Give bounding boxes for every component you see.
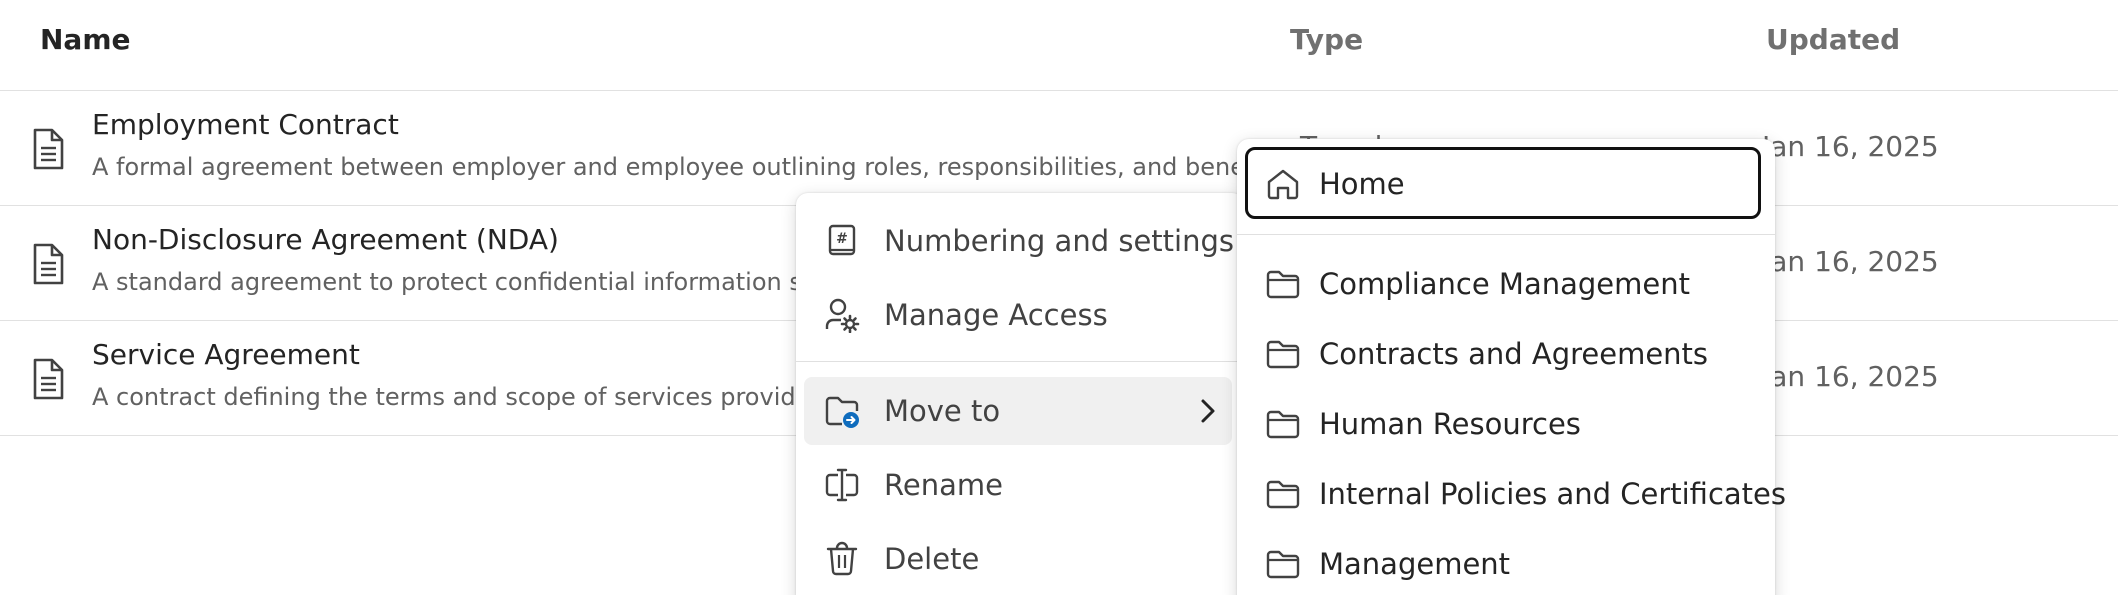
menu-item-manage-access[interactable]: Manage Access xyxy=(804,281,1232,349)
menu-item-label: Delete xyxy=(884,542,980,576)
column-header-updated[interactable]: Updated xyxy=(1766,22,1900,58)
menu-item-numbering-and-settings[interactable]: # Numbering and settings xyxy=(804,207,1234,275)
context-menu: # Numbering and settings Manage Access M… xyxy=(796,193,1244,595)
menu-item-label: Rename xyxy=(884,468,1003,502)
menu-item-label: Numbering and settings xyxy=(884,224,1234,258)
home-icon xyxy=(1267,169,1299,200)
document-icon xyxy=(33,128,64,170)
submenu-item-label: Internal Policies and Certificates xyxy=(1319,477,1786,511)
submenu-item-label: Human Resources xyxy=(1319,407,1581,441)
folder-icon xyxy=(1266,270,1300,299)
submenu-item-folder[interactable]: Human Resources xyxy=(1245,392,1767,456)
submenu-item-folder[interactable]: Management xyxy=(1245,532,1767,595)
document-icon xyxy=(33,243,64,285)
document-description: A formal agreement between employer and … xyxy=(92,153,1290,181)
menu-item-move-to[interactable]: Move to xyxy=(804,377,1232,445)
submenu-divider xyxy=(1237,234,1775,235)
documents-page: Name Type Updated Employment Contract A … xyxy=(0,0,2118,595)
folder-icon xyxy=(1266,480,1300,509)
folder-icon xyxy=(1266,550,1300,579)
submenu-item-folder[interactable]: Contracts and Agreements xyxy=(1245,322,1767,386)
document-icon xyxy=(33,358,64,400)
table-row[interactable]: Employment Contract A formal agreement b… xyxy=(0,91,2118,206)
document-title[interactable]: Non-Disclosure Agreement (NDA) xyxy=(92,222,559,258)
submenu-item-label: Compliance Management xyxy=(1319,267,1690,301)
menu-divider xyxy=(796,361,1244,362)
document-title[interactable]: Service Agreement xyxy=(92,337,360,373)
rename-icon xyxy=(825,468,859,502)
document-title[interactable]: Employment Contract xyxy=(92,107,399,143)
submenu-item-home[interactable]: Home xyxy=(1245,147,1761,219)
chevron-right-icon xyxy=(1201,399,1215,423)
submenu-item-label: Management xyxy=(1319,547,1511,581)
submenu-item-label: Contracts and Agreements xyxy=(1319,337,1709,371)
submenu-item-folder[interactable]: Compliance Management xyxy=(1245,252,1767,316)
folder-icon xyxy=(1266,410,1300,439)
table-header: Name Type Updated xyxy=(0,0,2118,91)
column-header-name[interactable]: Name xyxy=(40,22,131,58)
trash-icon xyxy=(826,541,858,576)
folder-move-icon xyxy=(825,396,859,428)
numbering-icon: # xyxy=(828,224,856,256)
document-description: A contract defining the terms and scope … xyxy=(92,383,826,411)
menu-item-rename[interactable]: Rename xyxy=(804,451,1232,519)
document-updated: Jan 16, 2025 xyxy=(1762,130,1939,163)
submenu-item-folder[interactable]: Internal Policies and Certificates xyxy=(1245,462,1786,526)
menu-item-label: Move to xyxy=(884,394,1001,428)
document-description: A standard agreement to protect confiden… xyxy=(92,268,832,296)
document-updated: Jan 16, 2025 xyxy=(1762,245,1939,278)
document-updated: Jan 16, 2025 xyxy=(1762,360,1939,393)
column-header-type[interactable]: Type xyxy=(1290,22,1363,58)
person-gear-icon xyxy=(825,298,860,333)
folder-icon xyxy=(1266,340,1300,369)
svg-text:#: # xyxy=(836,231,848,247)
menu-item-label: Manage Access xyxy=(884,298,1108,332)
menu-item-delete[interactable]: Delete xyxy=(804,525,1232,593)
move-to-submenu: Home Compliance Management Contracts and… xyxy=(1237,139,1786,595)
submenu-item-label: Home xyxy=(1319,167,1405,201)
